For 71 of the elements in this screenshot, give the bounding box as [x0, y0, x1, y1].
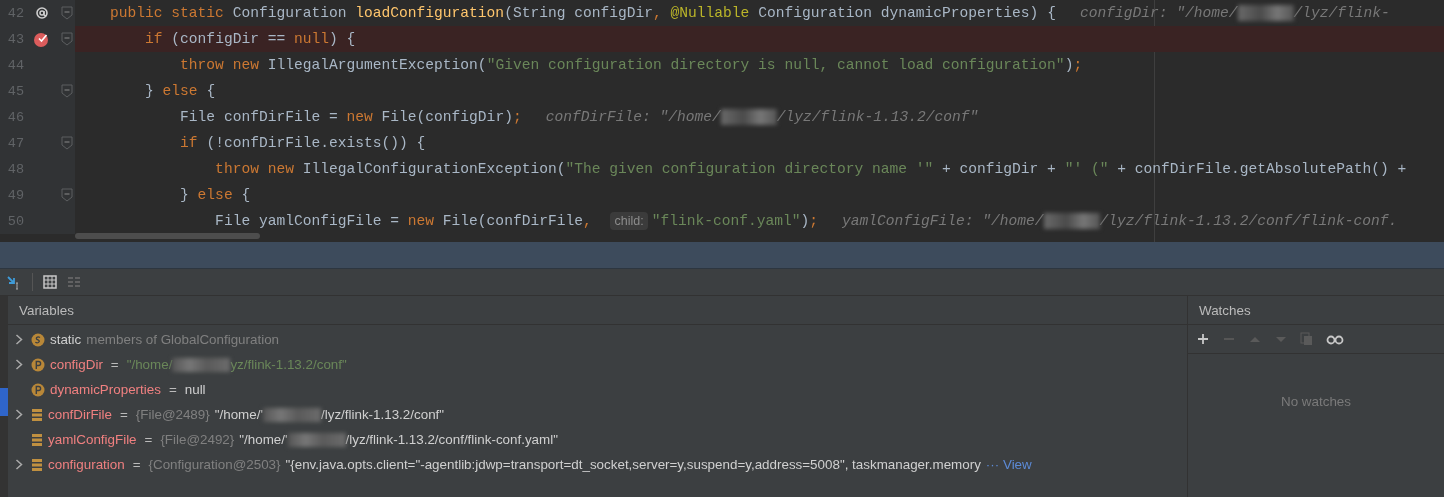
code-line: } else { — [179, 187, 251, 203]
code-line: "flink-conf.yaml"); — [651, 213, 819, 229]
panel-title: Watches — [1188, 296, 1444, 325]
code-line: File yamlConfigFile = new File(confDirFile, — [214, 213, 593, 229]
object-id: {Configuration@2503} — [148, 457, 281, 472]
side-tab-marker — [0, 388, 8, 416]
horizontal-scrollbar[interactable] — [75, 233, 260, 239]
variable-value: null — [184, 382, 206, 397]
glasses-icon[interactable] — [1326, 333, 1344, 345]
fold-icon[interactable] — [61, 136, 73, 150]
equals-sign: = — [120, 407, 128, 422]
variable-value: "/home/' — [214, 407, 263, 422]
blurred-text — [263, 407, 321, 422]
parameter-name-hint: child: — [610, 212, 648, 230]
equals-sign: = — [144, 432, 153, 447]
code-line: } else { — [144, 83, 216, 99]
fold-icon[interactable] — [61, 32, 73, 46]
table-icon[interactable] — [43, 275, 57, 289]
list-settings-icon[interactable] — [67, 275, 81, 289]
code-line: throw new IllegalArgumentException("Given configuration directory is null, cannot load configuration"); — [179, 57, 1083, 73]
chevron-right-icon[interactable] — [15, 334, 23, 345]
object-id: {File@2492} — [160, 432, 235, 447]
variable-value: /lyz/flink-1.13.2/conf" — [321, 407, 445, 422]
inline-value-hint: confDirFile: "/home/ — [545, 109, 721, 125]
code-line: if (configDir == null) { — [144, 31, 356, 47]
chevron-right-icon[interactable] — [15, 359, 23, 370]
empty-state-text: No watches — [1280, 392, 1352, 411]
plus-icon[interactable] — [1196, 332, 1210, 346]
inline-value-hint: yamlConfigFile: "/home/ — [842, 213, 1044, 229]
blurred-text — [172, 357, 231, 372]
view-link[interactable]: ··· View — [985, 457, 1032, 472]
code-line: public static Configuration loadConfiguration(String configDir, @Nullable Configuration dynamicProperties) { — [109, 5, 1056, 21]
variable-name: dynamicProperties — [50, 382, 161, 397]
chevron-right-icon[interactable] — [15, 459, 23, 470]
object-id: {File@2489} — [135, 407, 210, 422]
equals-sign: = — [110, 357, 119, 372]
circle-p-icon — [31, 357, 45, 372]
breakpoint-icon[interactable] — [33, 30, 51, 48]
inline-value-hint: /lyz/flink-1.13.2/conf/flink-conf. — [1099, 213, 1398, 229]
variable-name: configuration — [48, 457, 125, 472]
blurred-text — [287, 432, 346, 447]
stacked-lines-icon — [31, 457, 43, 472]
inline-value-hint: /lyz/flink-1.13.2/conf" — [776, 109, 979, 125]
fold-icon[interactable] — [61, 84, 73, 98]
code-line: if (!confDirFile.exists()) { — [179, 135, 426, 151]
variable-name: configDir — [50, 357, 103, 372]
inline-value-hint: configDir: "/home/ — [1079, 5, 1238, 21]
blurred-text — [720, 109, 777, 125]
inline-value-hint: /lyz/flink- — [1293, 5, 1390, 21]
variable-value: "/home/' — [239, 432, 288, 447]
blurred-text — [1043, 213, 1100, 229]
stacked-lines-icon — [31, 407, 43, 422]
equals-sign: = — [168, 382, 177, 397]
variable-value: "{env.java.opts.client="-agentlib:jdwp=transport=dt_socket,server=y,suspend=y,address=5008", taskmanager.memory — [285, 457, 981, 472]
variable-value: yz/flink-1.13.2/conf" — [230, 357, 347, 372]
variable-name: static — [50, 332, 82, 347]
at-sign-icon[interactable] — [34, 5, 50, 21]
blurred-text — [1237, 5, 1294, 21]
variable-name: confDirFile — [48, 407, 112, 422]
variable-value: /lyz/flink-1.13.2/conf/flink-conf.yaml" — [345, 432, 558, 447]
circle-s-icon — [31, 332, 45, 347]
variable-value: "/home/ — [126, 357, 173, 372]
panel-title: Variables — [8, 296, 1187, 325]
chevron-right-icon[interactable] — [15, 409, 23, 420]
equals-sign: = — [132, 457, 141, 472]
variable-name: yamlConfigFile — [48, 432, 137, 447]
fold-icon[interactable] — [61, 188, 73, 202]
code-line: File confDirFile = new File(configDir); — [179, 109, 522, 125]
variable-description: members of GlobalConfiguration — [86, 332, 280, 347]
code-line: throw new IllegalConfigurationException("The given configuration directory name '" + configDir + "' (" + confDirFile.getAbsolutePath() + — [214, 161, 1407, 177]
fold-icon[interactable] — [61, 6, 73, 20]
